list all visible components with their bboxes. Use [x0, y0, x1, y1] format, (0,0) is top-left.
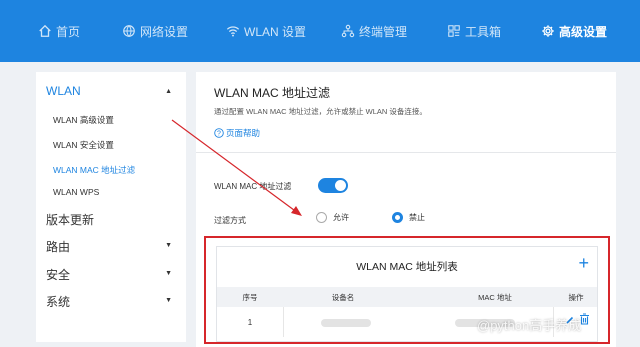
- sidebar-item-security[interactable]: 安全: [46, 266, 70, 283]
- sidebar-item-wlan-wps[interactable]: WLAN WPS: [53, 187, 99, 197]
- chevron-down-icon[interactable]: ▼: [165, 297, 172, 304]
- svg-text:?: ?: [217, 131, 221, 138]
- nav-label-toolbox: 工具箱: [465, 24, 502, 39]
- globe-icon: [123, 25, 135, 37]
- filter-mode-label: 过滤方式: [214, 216, 246, 225]
- column-header-mac: MAC 地址: [478, 293, 512, 302]
- chevron-down-icon[interactable]: ▼: [165, 270, 172, 277]
- devices-icon: [341, 24, 355, 38]
- mac-filter-toggle[interactable]: [318, 178, 348, 193]
- nav-item-wlan[interactable]: WLAN 设置: [226, 0, 306, 62]
- mac-filter-toggle-label: WLAN MAC 地址过滤: [214, 182, 292, 191]
- device-name-redacted: [321, 319, 371, 327]
- sidebar-item-routing[interactable]: 路由: [46, 238, 70, 255]
- table-header: 序号 设备名 MAC 地址 操作: [217, 287, 597, 307]
- radio-allow-label: 允许: [333, 213, 349, 222]
- main-panel: WLAN MAC 地址过滤 通过配置 WLAN MAC 地址过滤，允许或禁止 W…: [196, 72, 616, 347]
- help-link-label: 页面帮助: [226, 128, 261, 138]
- add-icon[interactable]: +: [578, 254, 589, 272]
- nav-item-devices[interactable]: 终端管理: [341, 0, 407, 62]
- nav-item-advanced[interactable]: 高级设置: [541, 0, 607, 62]
- toolbox-icon: [448, 25, 460, 37]
- sidebar-item-wlan-security[interactable]: WLAN 安全设置: [53, 139, 114, 151]
- home-icon: [39, 24, 51, 37]
- gear-icon: [542, 25, 554, 37]
- sidebar-item-system[interactable]: 系统: [46, 293, 70, 310]
- sidebar-item-wlan-advanced[interactable]: WLAN 高级设置: [53, 114, 114, 126]
- nav-item-network[interactable]: 网络设置: [122, 0, 188, 62]
- radio-allow-circle[interactable]: [316, 212, 327, 223]
- radio-allow[interactable]: 允许: [316, 212, 349, 223]
- chevron-down-icon[interactable]: ▼: [165, 242, 172, 249]
- page-title: WLAN MAC 地址过滤: [214, 86, 331, 100]
- column-header-index: 序号: [242, 293, 258, 302]
- top-nav-bar: 首页 网络设置 WLAN 设置 终端管理 工具箱 高级设置: [0, 0, 640, 62]
- sidebar-item-firmware-update[interactable]: 版本更新: [46, 211, 94, 228]
- nav-item-toolbox[interactable]: 工具箱: [447, 0, 501, 62]
- radio-deny-circle[interactable]: [392, 212, 403, 223]
- mac-list-title: WLAN MAC 地址列表: [356, 261, 458, 273]
- sidebar-item-wlan-mac-filter[interactable]: WLAN MAC 地址过滤: [53, 164, 135, 176]
- nav-label-wlan: WLAN 设置: [244, 24, 307, 39]
- help-icon: ?: [214, 128, 224, 138]
- page-description: 通过配置 WLAN MAC 地址过滤，允许或禁止 WLAN 设备连接。: [214, 107, 427, 116]
- help-link[interactable]: ? 页面帮助: [214, 127, 260, 139]
- column-header-actions: 操作: [568, 293, 584, 302]
- wifi-icon: [226, 26, 240, 37]
- chevron-up-icon[interactable]: ▲: [165, 88, 172, 95]
- nav-item-home[interactable]: 首页: [38, 0, 80, 62]
- sidebar-item-wlan[interactable]: WLAN: [46, 84, 81, 98]
- nav-label-advanced: 高级设置: [559, 24, 608, 39]
- radio-deny-label: 禁止: [409, 213, 425, 222]
- divider: [283, 307, 284, 337]
- watermark: @python高手养成: [477, 318, 582, 333]
- row-index: 1: [247, 318, 253, 327]
- column-header-device-name: 设备名: [331, 293, 355, 302]
- nav-label-devices: 终端管理: [359, 24, 408, 39]
- radio-deny[interactable]: 禁止: [392, 212, 425, 223]
- nav-label-home: 首页: [56, 24, 81, 39]
- nav-label-network: 网络设置: [140, 24, 189, 39]
- divider: [196, 152, 616, 153]
- sidebar: WLAN ▲ WLAN 高级设置 WLAN 安全设置 WLAN MAC 地址过滤…: [36, 72, 186, 342]
